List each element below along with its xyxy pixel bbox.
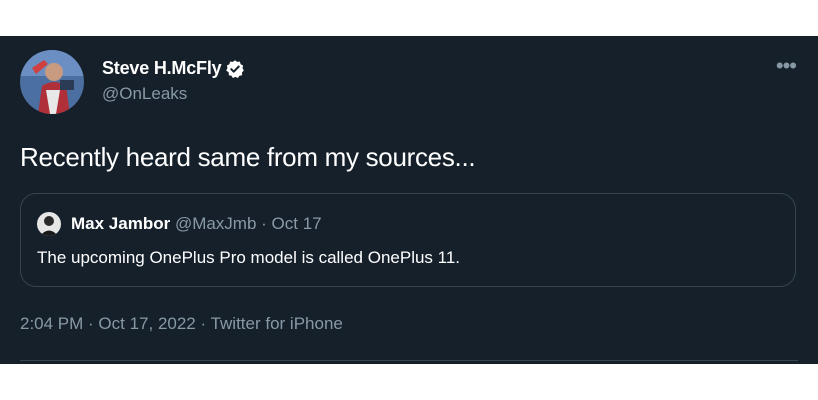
author-handle[interactable]: @OnLeaks [102,84,187,104]
quoted-author-avatar[interactable] [37,212,61,236]
divider [20,360,798,361]
author-name-row: Steve H.McFly [102,58,245,79]
quoted-header: Max Jambor @MaxJmb · Oct 17 [71,214,322,234]
author-display-name[interactable]: Steve H.McFly [102,58,222,79]
verified-badge-icon [225,59,245,79]
author-avatar[interactable] [20,50,84,114]
tweet-timestamp: 2:04 PM · Oct 17, 2022 · Twitter for iPh… [20,314,343,334]
quoted-handle-date: @MaxJmb · Oct 17 [174,214,322,233]
tweet-date[interactable]: Oct 17, 2022 [98,314,195,333]
tweet-time[interactable]: 2:04 PM [20,314,83,333]
quoted-tweet[interactable]: Max Jambor @MaxJmb · Oct 17 The upcoming… [20,193,796,287]
more-horizontal-icon[interactable]: ••• [776,55,797,77]
tweet-card: Steve H.McFly @OnLeaks ••• Recently hear… [0,36,818,364]
quoted-author-name[interactable]: Max Jambor [71,214,170,233]
tweet-text: Recently heard same from my sources... [20,142,476,172]
quoted-tweet-text: The upcoming OnePlus Pro model is called… [37,248,461,267]
timestamp-separator: · [83,314,99,333]
quoted-meta: @MaxJmb · Oct 17 [175,214,322,233]
timestamp-separator: · [195,314,211,333]
tweet-source[interactable]: Twitter for iPhone [211,314,343,333]
